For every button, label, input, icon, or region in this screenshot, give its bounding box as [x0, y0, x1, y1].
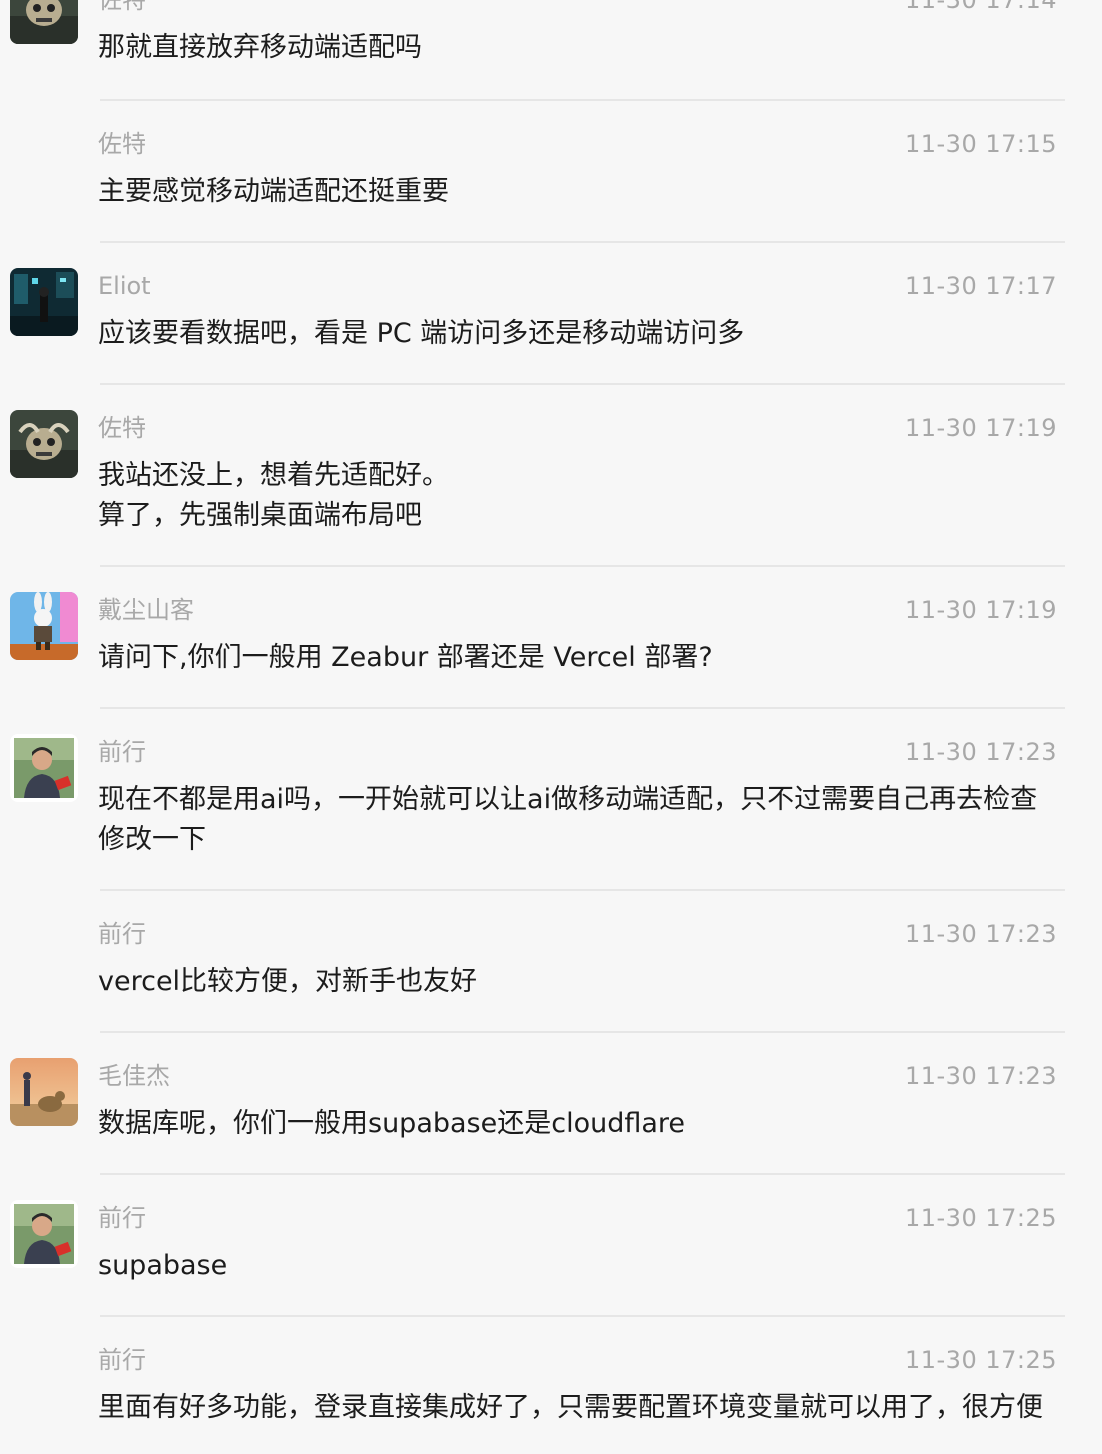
sender-name: 前行 [98, 738, 146, 766]
sender-name: 前行 [98, 1204, 146, 1232]
chat-message-list[interactable]: 佐特 11-30 17:14 那就直接放弃移动端适配吗 佐特 11-30 17:… [0, 0, 1102, 1454]
message-text: 数据库呢，你们一般用supabase还是cloudflare [98, 1108, 686, 1139]
message-time: 11-30 17:15 [904, 130, 1057, 158]
message-text: 现在不都是用ai吗，一开始就可以让ai做移动端适配，只不过需要自己再去检查修改一… [98, 784, 1038, 855]
message-time: 11-30 17:17 [904, 272, 1057, 300]
rabbit-knight-icon [10, 592, 78, 660]
message-text: vercel比较方便，对新手也友好 [98, 966, 478, 997]
message-divider [100, 383, 1065, 385]
message-text: supabase [98, 1250, 228, 1281]
message-time: 11-30 17:23 [904, 920, 1057, 948]
message-divider [100, 707, 1065, 709]
message-line: 我站还没上，想着先适配好。 [98, 460, 449, 491]
avatar[interactable] [10, 592, 78, 660]
message-text: 请问下,你们一般用 Zeabur 部署还是 Vercel 部署? [98, 642, 713, 673]
message-divider [100, 1031, 1065, 1033]
avatar[interactable] [10, 410, 78, 478]
message-text: 主要感觉移动端适配还挺重要 [98, 176, 449, 207]
sender-name: 毛佳杰 [98, 1062, 170, 1090]
message-line: 算了，先强制桌面端布局吧 [98, 500, 422, 531]
message-text: 里面有好多功能，登录直接集成好了，只需要配置环境变量就可以用了，很方便 [98, 1392, 1043, 1423]
message-divider [100, 889, 1065, 891]
message-text: 应该要看数据吧，看是 PC 端访问多还是移动端访问多 [98, 318, 745, 349]
skull-warrior-icon [10, 0, 78, 44]
avatar[interactable] [10, 268, 78, 336]
man-photo-icon [10, 734, 78, 802]
sender-name: 前行 [98, 1346, 146, 1374]
message-time: 11-30 17:25 [904, 1204, 1057, 1232]
man-photo-icon [10, 1200, 78, 1268]
message-time: 11-30 17:19 [904, 414, 1057, 442]
skull-warrior-icon [10, 410, 78, 478]
message-time: 11-30 17:25 [904, 1346, 1057, 1374]
sender-name: Eliot [98, 272, 151, 300]
message-divider [100, 1173, 1065, 1175]
message-time: 11-30 17:14 [904, 0, 1057, 14]
message-text: 那就直接放弃移动端适配吗 [98, 32, 422, 63]
message-time: 11-30 17:23 [904, 738, 1057, 766]
message-time: 11-30 17:23 [904, 1062, 1057, 1090]
message-text: 我站还没上，想着先适配好。 算了，先强制桌面端布局吧 [98, 456, 1060, 536]
message-divider [100, 565, 1065, 567]
sender-name: 佐特 [98, 414, 146, 442]
message-time: 11-30 17:19 [904, 596, 1057, 624]
boy-and-dog-icon [10, 1058, 78, 1126]
sender-name: 佐特 [98, 0, 146, 14]
sender-name: 戴尘山客 [98, 596, 194, 624]
avatar[interactable] [10, 734, 78, 802]
message-divider [100, 1315, 1065, 1317]
avatar[interactable] [10, 0, 78, 44]
cyberpunk-street-icon [10, 268, 78, 336]
message-divider [100, 241, 1065, 243]
sender-name: 前行 [98, 920, 146, 948]
sender-name: 佐特 [98, 130, 146, 158]
avatar[interactable] [10, 1200, 78, 1268]
message-divider [100, 99, 1065, 101]
avatar[interactable] [10, 1058, 78, 1126]
